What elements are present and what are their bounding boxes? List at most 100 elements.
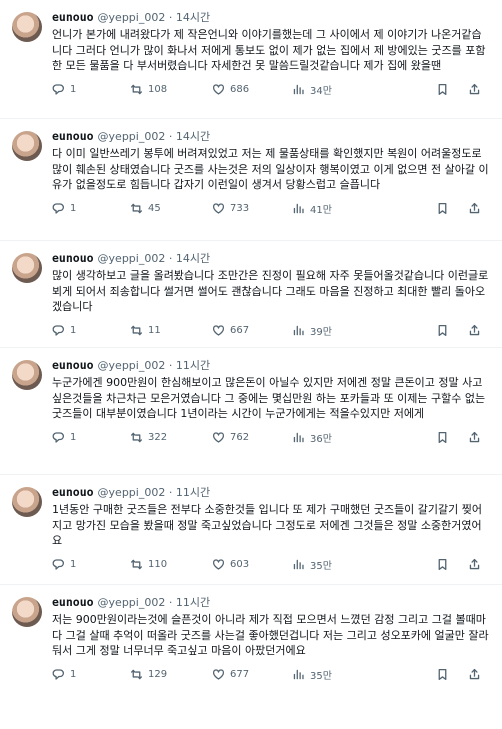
reply-button[interactable]: 1 (52, 668, 130, 681)
handle[interactable]: @yeppi_002 (98, 359, 166, 373)
retweet-button[interactable]: 110 (130, 558, 212, 571)
bookmark-button[interactable] (436, 431, 454, 444)
reply-count: 1 (70, 669, 77, 680)
heart-icon (212, 669, 225, 680)
retweet-button[interactable]: 108 (130, 83, 212, 96)
reply-button[interactable]: 1 (52, 83, 130, 96)
tweet[interactable]: eunouo @yeppi_002 · 11시간 누군가에겐 900만원이 한심… (0, 348, 502, 475)
reply-icon (52, 84, 64, 95)
heart-icon (212, 203, 225, 214)
bookmark-icon (438, 202, 447, 215)
tweet[interactable]: eunouo @yeppi_002 · 14시간 많이 생각하보고 글을 올려봤… (0, 241, 502, 348)
retweet-count: 322 (148, 432, 168, 443)
view-count: 39만 (310, 327, 332, 338)
share-button[interactable] (468, 83, 486, 96)
retweet-icon (130, 432, 143, 443)
handle[interactable]: @yeppi_002 (98, 486, 166, 500)
tweet-header: eunouo @yeppi_002 · 11시간 (52, 358, 490, 373)
retweet-button[interactable]: 322 (130, 431, 212, 444)
reply-button[interactable]: 1 (52, 324, 130, 337)
bookmark-button[interactable] (436, 324, 454, 337)
display-name[interactable]: eunouo (52, 10, 94, 24)
reply-button[interactable]: 1 (52, 202, 130, 215)
heart-icon (212, 432, 225, 443)
tweet[interactable]: eunouo @yeppi_002 · 11시간 저는 900만원이라는것에 슬… (0, 585, 502, 711)
like-button[interactable]: 667 (212, 324, 292, 337)
like-button[interactable]: 677 (212, 668, 292, 681)
bookmark-button[interactable] (436, 668, 454, 681)
handle[interactable]: @yeppi_002 (98, 252, 166, 266)
reply-count: 1 (70, 84, 77, 95)
views-button[interactable]: 34만 (292, 82, 384, 97)
timestamp[interactable]: 14시간 (176, 11, 210, 25)
reply-icon (52, 203, 64, 214)
reply-count: 1 (70, 203, 77, 214)
views-button[interactable]: 35만 (292, 667, 384, 682)
display-name[interactable]: eunouo (52, 485, 94, 499)
like-button[interactable]: 762 (212, 431, 292, 444)
display-name[interactable]: eunouo (52, 358, 94, 372)
avatar[interactable] (12, 597, 42, 627)
views-button[interactable]: 39만 (292, 323, 384, 338)
reply-icon (52, 559, 64, 570)
bookmark-icon (438, 668, 447, 681)
handle[interactable]: @yeppi_002 (98, 596, 166, 610)
bookmark-button[interactable] (436, 558, 454, 571)
handle[interactable]: @yeppi_002 (98, 11, 166, 25)
timestamp[interactable]: 11시간 (176, 596, 210, 610)
separator-dot: · (165, 252, 176, 265)
bookmark-button[interactable] (436, 202, 454, 215)
action-bar: 1 110 603 35만 (52, 557, 490, 573)
tweet[interactable]: eunouo @yeppi_002 · 14시간 언니가 본가에 내려왔다가 제… (0, 0, 502, 119)
views-button[interactable]: 41만 (292, 201, 384, 216)
share-button[interactable] (468, 668, 486, 681)
views-chart-icon (293, 559, 304, 570)
views-chart-icon (293, 432, 304, 443)
bookmark-button[interactable] (436, 83, 454, 96)
timestamp[interactable]: 14시간 (176, 252, 210, 266)
avatar[interactable] (12, 131, 42, 161)
share-button[interactable] (468, 202, 486, 215)
tweet-header: eunouo @yeppi_002 · 14시간 (52, 10, 490, 25)
retweet-button[interactable]: 11 (130, 324, 212, 337)
separator-dot: · (165, 359, 176, 372)
views-button[interactable]: 36만 (292, 430, 384, 445)
like-count: 603 (230, 559, 250, 570)
views-chart-icon (293, 325, 304, 336)
bookmark-icon (438, 83, 447, 96)
display-name[interactable]: eunouo (52, 595, 94, 609)
avatar[interactable] (12, 487, 42, 517)
share-button[interactable] (468, 558, 486, 571)
retweet-count: 45 (148, 203, 161, 214)
retweet-button[interactable]: 45 (130, 202, 212, 215)
reply-button[interactable]: 1 (52, 558, 130, 571)
tweet-header: eunouo @yeppi_002 · 14시간 (52, 129, 490, 144)
retweet-button[interactable]: 129 (130, 668, 212, 681)
display-name[interactable]: eunouo (52, 129, 94, 143)
timestamp[interactable]: 11시간 (176, 359, 210, 373)
like-button[interactable]: 686 (212, 83, 292, 96)
timestamp[interactable]: 11시간 (176, 486, 210, 500)
action-bar: 1 45 733 41만 (52, 201, 490, 217)
tweet-body: eunouo @yeppi_002 · 14시간 다 이미 일반쓰레기 봉투에 … (52, 129, 490, 234)
avatar[interactable] (12, 360, 42, 390)
tweet-text: 누군가에겐 900만원이 한심해보이고 많은돈이 아닐수 있지만 저에겐 정말 … (52, 376, 486, 420)
avatar[interactable] (12, 253, 42, 283)
share-button[interactable] (468, 324, 486, 337)
tweet[interactable]: eunouo @yeppi_002 · 11시간 1년동안 구매한 굿즈들은 전… (0, 475, 502, 585)
display-name[interactable]: eunouo (52, 251, 94, 265)
handle[interactable]: @yeppi_002 (98, 130, 166, 144)
tweet-text: 많이 생각하보고 글을 올려봤습니다 조만간은 진정이 필요해 자주 못들어올것… (52, 269, 489, 313)
reply-button[interactable]: 1 (52, 431, 130, 444)
reply-icon (52, 432, 64, 443)
reply-icon (52, 325, 64, 336)
tweet-body: eunouo @yeppi_002 · 11시간 누군가에겐 900만원이 한심… (52, 358, 490, 468)
avatar[interactable] (12, 12, 42, 42)
views-button[interactable]: 35만 (292, 557, 384, 572)
tweet-text: 1년동안 구매한 굿즈들은 전부다 소중한것들 입니다 또 제가 구매했던 굿즈… (52, 503, 483, 547)
tweet[interactable]: eunouo @yeppi_002 · 14시간 다 이미 일반쓰레기 봉투에 … (0, 119, 502, 241)
like-button[interactable]: 733 (212, 202, 292, 215)
share-button[interactable] (468, 431, 486, 444)
like-button[interactable]: 603 (212, 558, 292, 571)
timestamp[interactable]: 14시간 (176, 130, 210, 144)
